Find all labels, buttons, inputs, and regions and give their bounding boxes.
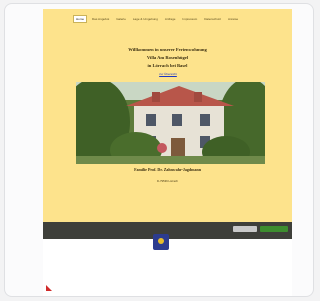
overview-link[interactable]: zur Übersicht (147, 72, 189, 76)
nav-item-home[interactable]: Home (73, 15, 88, 23)
nav-item-anfrage[interactable]: Anfrage (163, 16, 178, 22)
villa-name: Villa Am Rosenhügel (146, 55, 189, 60)
nav-item-galerie[interactable]: Galerie (114, 16, 128, 22)
browser-card: Home Das Angebot Galerie Lage & Umgebung… (4, 3, 314, 297)
cookie-decline-button[interactable] (233, 226, 257, 232)
cookie-text (47, 225, 225, 236)
nav-item-lage[interactable]: Lage & Umgebung (131, 16, 160, 22)
nav-item-impressum[interactable]: Impressum (180, 16, 199, 22)
main-nav: Home Das Angebot Galerie Lage & Umgebung… (73, 15, 287, 23)
nav-item-anreise[interactable]: Anreise (226, 16, 240, 22)
owner-city: D-79539 Lörrach (157, 179, 178, 183)
certificate-badge-icon (153, 234, 169, 250)
villa-photo-image (76, 82, 265, 164)
red-corner-icon (46, 285, 52, 291)
cookie-accept-button[interactable] (260, 226, 288, 232)
nav-item-angebot[interactable]: Das Angebot (90, 16, 111, 22)
location-line: in Lörrach bei Basel (147, 63, 188, 68)
villa-photo (76, 82, 265, 164)
owner-name: Familie Prof. Dr. Zahnwahr-Jagdmann (134, 167, 201, 172)
page-content: Home Das Angebot Galerie Lage & Umgebung… (43, 9, 292, 237)
webpage: Home Das Angebot Galerie Lage & Umgebung… (43, 9, 292, 296)
nav-item-datenschutz[interactable]: Datenschutz (202, 16, 223, 22)
welcome-heading: Willkommen in unserer Ferienwohnung (128, 47, 207, 52)
